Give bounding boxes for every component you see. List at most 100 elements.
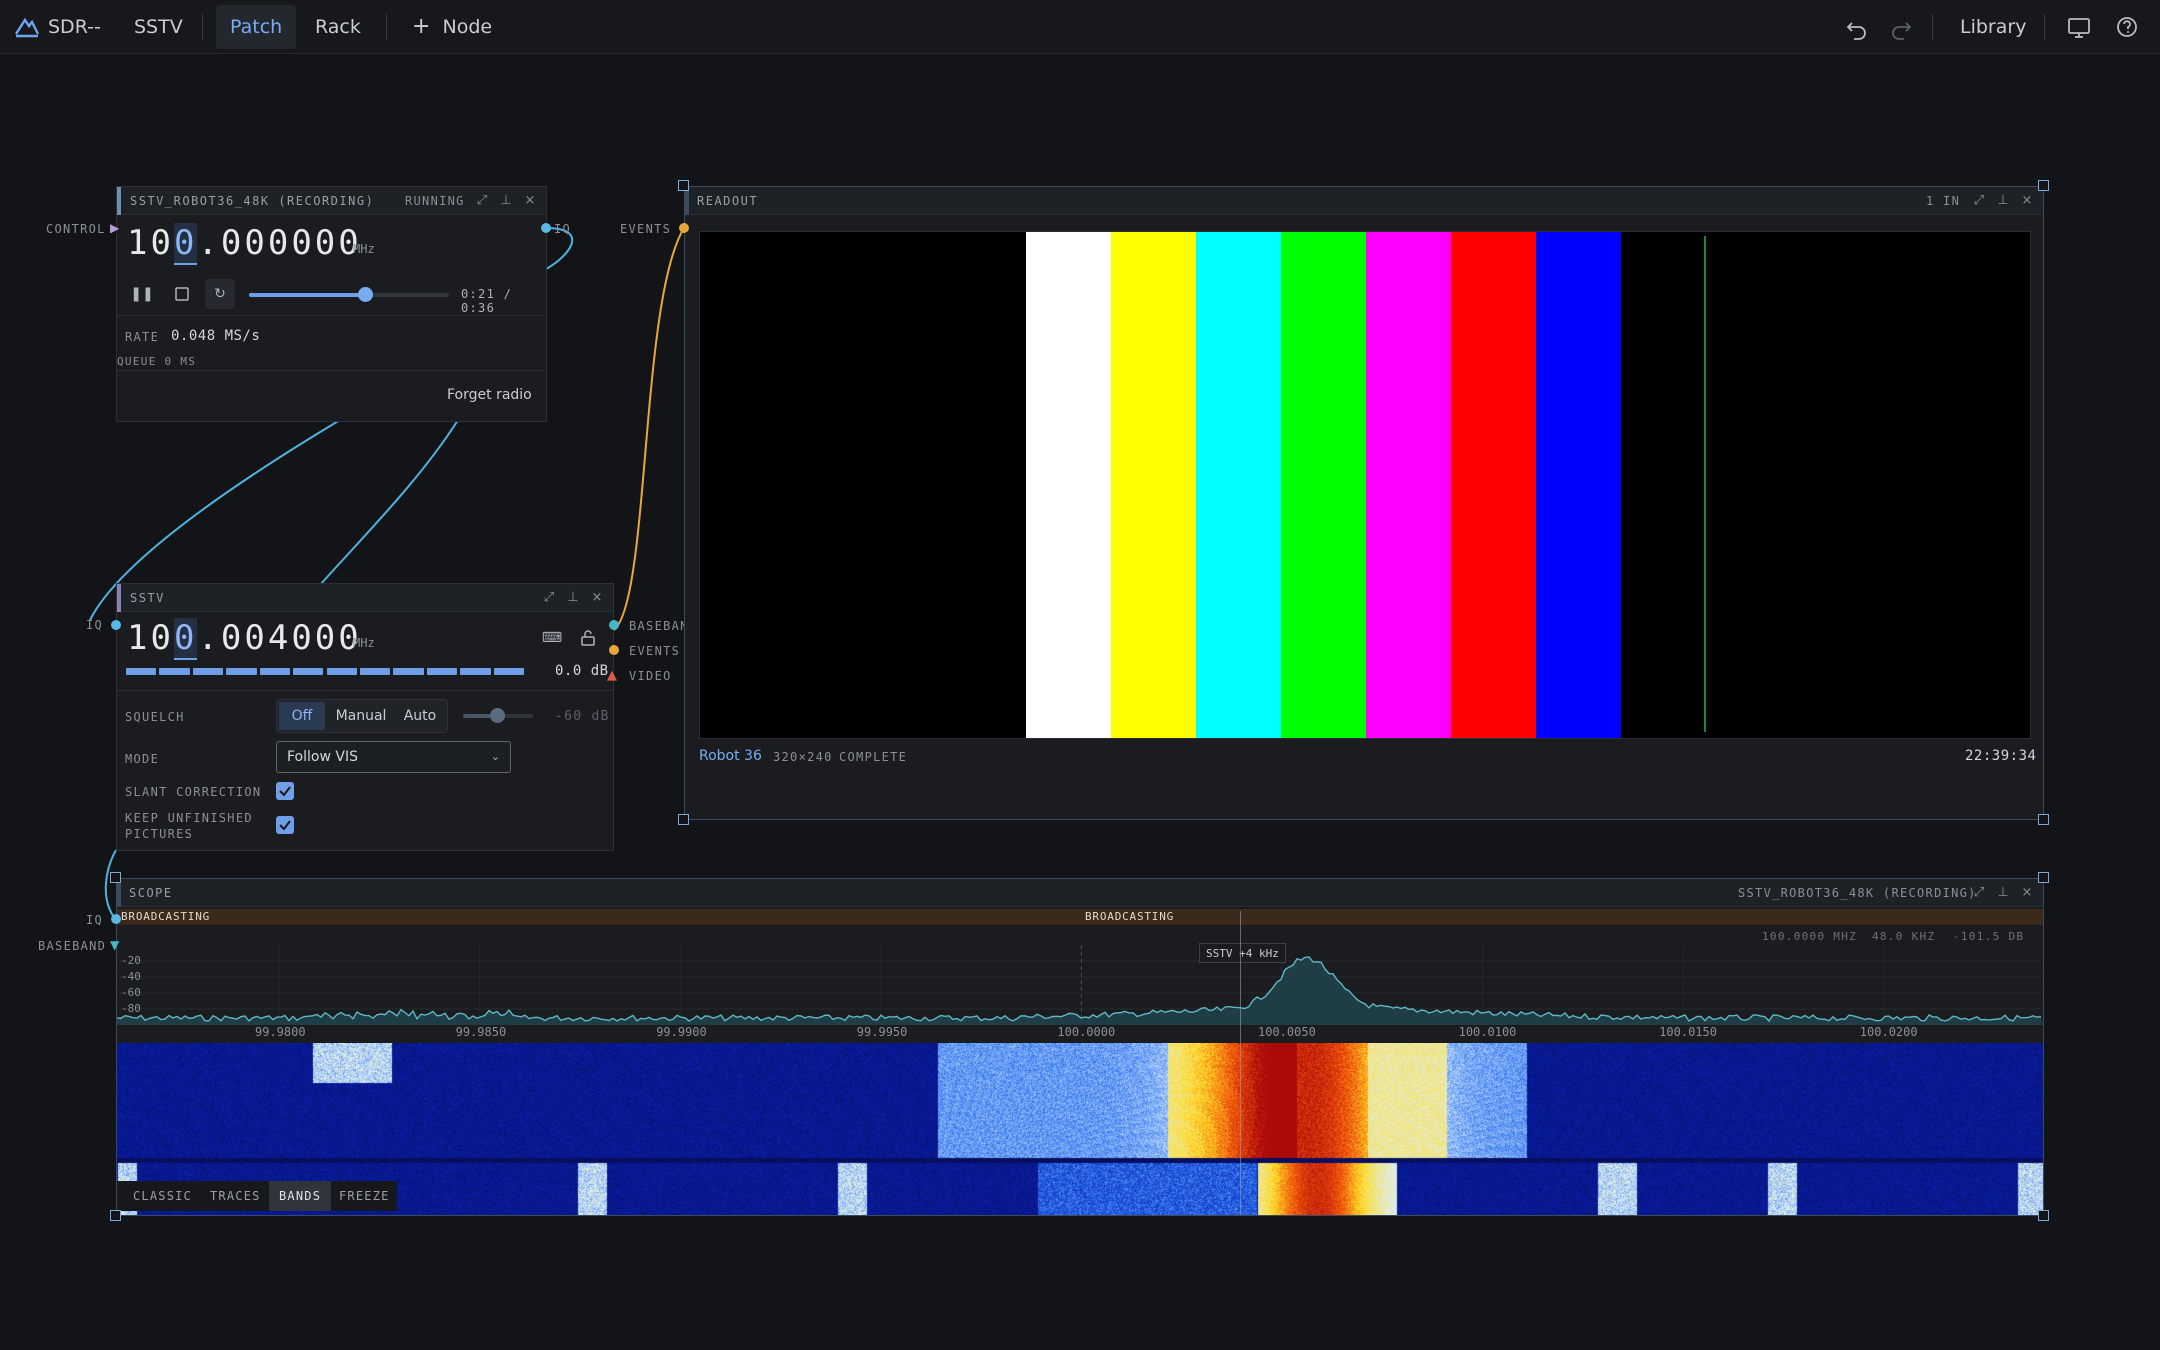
waterfall[interactable]: [117, 1043, 2043, 1215]
close-icon[interactable]: ×: [2019, 885, 2035, 901]
mode-select[interactable]: Follow VIS ⌄: [276, 741, 511, 773]
squelch-manual[interactable]: Manual: [329, 702, 393, 730]
resize-handle[interactable]: [678, 814, 689, 825]
view-mode-traces[interactable]: TRACES: [200, 1181, 271, 1211]
readout-state: COMPLETE: [839, 750, 908, 764]
resize-handle[interactable]: [678, 180, 689, 191]
panel-accent: [117, 584, 121, 612]
control-port[interactable]: ▶: [110, 221, 119, 235]
close-icon[interactable]: ×: [522, 193, 538, 209]
pin-icon[interactable]: ⊥: [1995, 885, 2011, 901]
stop-button[interactable]: [167, 279, 197, 309]
squelch-auto[interactable]: Auto: [395, 702, 445, 730]
spectrum-plot[interactable]: [117, 945, 2043, 1025]
resize-handle[interactable]: [110, 872, 121, 883]
expand-icon[interactable]: ⤢: [1971, 193, 1987, 209]
panel-accent: [117, 187, 121, 215]
sstv-panel: SSTV ⤢ ⊥ × 100.004000 MHz ⌨ 0.0 dB SQUEL…: [116, 583, 614, 851]
resize-handle[interactable]: [110, 1210, 121, 1221]
readout-panel: READOUT 1 IN ⤢ ⊥ × Robot 36 320×240 COMP…: [684, 186, 2044, 820]
close-icon[interactable]: ×: [2019, 193, 2035, 209]
freq-unit: MHz: [353, 242, 375, 256]
level-meter-segment: [359, 668, 391, 675]
expand-icon[interactable]: ⤢: [1971, 885, 1987, 901]
freq-tick-label: 99.9850: [455, 1025, 507, 1039]
scope-baseband-port-label: BASEBAND: [38, 939, 107, 953]
keyboard-button[interactable]: ⌨: [537, 623, 567, 653]
sstv-iq-port-label: IQ: [86, 618, 104, 632]
resize-handle[interactable]: [2038, 1210, 2049, 1221]
keyboard-icon: ⌨: [541, 630, 563, 646]
lock-button[interactable]: [573, 623, 603, 653]
view-mode-freeze[interactable]: FREEZE: [329, 1181, 400, 1211]
expand-icon[interactable]: ⤢: [541, 590, 557, 606]
level-meter-segment: [426, 668, 458, 675]
tuning-marker-line[interactable]: [1240, 911, 1241, 1215]
sstv-video-port[interactable]: ▲: [607, 668, 617, 683]
forget-radio-button[interactable]: Forget radio: [447, 387, 532, 403]
color-bar: [1451, 232, 1536, 738]
pin-icon[interactable]: ⊥: [498, 193, 514, 209]
sstv-title: SSTV: [130, 591, 165, 605]
marker-tooltip: SSTV +4 kHz: [1199, 943, 1286, 963]
radio-frequency[interactable]: 100.000000: [127, 223, 362, 265]
freq-cursor-digit[interactable]: 0: [173, 618, 198, 660]
level-meter-segment: [192, 668, 224, 675]
freq-tick-label: 99.9800: [255, 1025, 306, 1039]
readout-panel-header[interactable]: READOUT 1 IN ⤢ ⊥ ×: [685, 187, 2043, 215]
color-bar: [1621, 232, 1706, 738]
squelch-off[interactable]: Off: [279, 702, 325, 730]
freq-digits: 10: [127, 223, 174, 263]
radio-iq-port-label: IQ: [554, 222, 572, 236]
scope-baseband-port[interactable]: ▼: [110, 938, 119, 952]
scope-panel: SCOPE SSTV_ROBOT36_48K (RECORDING) ⤢ ⊥ ×…: [116, 878, 2044, 1216]
check-icon: [279, 820, 291, 831]
sstv-frequency[interactable]: 100.004000: [127, 618, 362, 660]
sstv-baseband-port[interactable]: [609, 620, 619, 630]
level-db: 0.0 dB: [555, 663, 609, 679]
decoded-image: [699, 231, 2031, 739]
view-mode-bar: CLASSIC TRACES BANDS FREEZE: [117, 1181, 397, 1211]
view-mode-bands[interactable]: BANDS: [269, 1181, 332, 1211]
playback-handle[interactable]: [358, 287, 373, 302]
pause-button[interactable]: ❚❚: [127, 279, 157, 309]
sstv-panel-header[interactable]: SSTV ⤢ ⊥ ×: [117, 584, 613, 612]
resize-handle[interactable]: [2038, 180, 2049, 191]
playback-slider[interactable]: [249, 287, 449, 302]
keep-checkbox[interactable]: [276, 816, 294, 834]
sstv-events-port[interactable]: [609, 645, 619, 655]
readout-events-port-label: EVENTS: [620, 222, 672, 236]
expand-icon[interactable]: ⤢: [474, 193, 490, 209]
radio-iq-port[interactable]: [541, 223, 551, 233]
level-meter-segment: [293, 668, 324, 675]
divider: [117, 315, 546, 316]
freq-tick-label: 100.0150: [1659, 1025, 1717, 1039]
view-mode-classic[interactable]: CLASSIC: [123, 1181, 202, 1211]
scope-panel-header[interactable]: SCOPE SSTV_ROBOT36_48K (RECORDING) ⤢ ⊥ ×: [117, 879, 2043, 907]
radio-panel-header[interactable]: SSTV_ROBOT36_48K (RECORDING) RUNNING ⤢ ⊥…: [117, 187, 546, 215]
close-icon[interactable]: ×: [589, 590, 605, 606]
sstv-iq-port[interactable]: [111, 620, 121, 630]
freq-cursor-digit[interactable]: 0: [173, 223, 198, 265]
slant-checkbox[interactable]: [276, 782, 294, 800]
band-label[interactable]: BROADCASTING: [121, 909, 210, 925]
db-tick-label: -60: [121, 986, 141, 999]
band-label[interactable]: BROADCASTING: [1085, 909, 1174, 925]
slant-label: SLANT CORRECTION: [125, 785, 262, 799]
freq-tick-label: 100.0100: [1458, 1025, 1517, 1039]
squelch-slider-handle[interactable]: [490, 708, 505, 723]
mode-label: MODE: [125, 752, 160, 766]
level-meter-segment: [393, 668, 424, 675]
squelch-slider[interactable]: [463, 708, 533, 723]
queue-label: QUEUE 0 MS: [117, 355, 197, 368]
pin-icon[interactable]: ⊥: [1995, 193, 2011, 209]
db-tick-label: -40: [121, 970, 141, 983]
readout-resolution: 320×240: [773, 750, 833, 764]
scope-iq-port[interactable]: [111, 914, 121, 924]
resize-handle[interactable]: [2038, 814, 2049, 825]
readout-events-port[interactable]: [679, 223, 689, 233]
pin-icon[interactable]: ⊥: [565, 590, 581, 606]
resize-handle[interactable]: [2038, 872, 2049, 883]
freq-tick-label: 100.0050: [1258, 1025, 1316, 1039]
loop-button[interactable]: ↻: [205, 279, 235, 309]
